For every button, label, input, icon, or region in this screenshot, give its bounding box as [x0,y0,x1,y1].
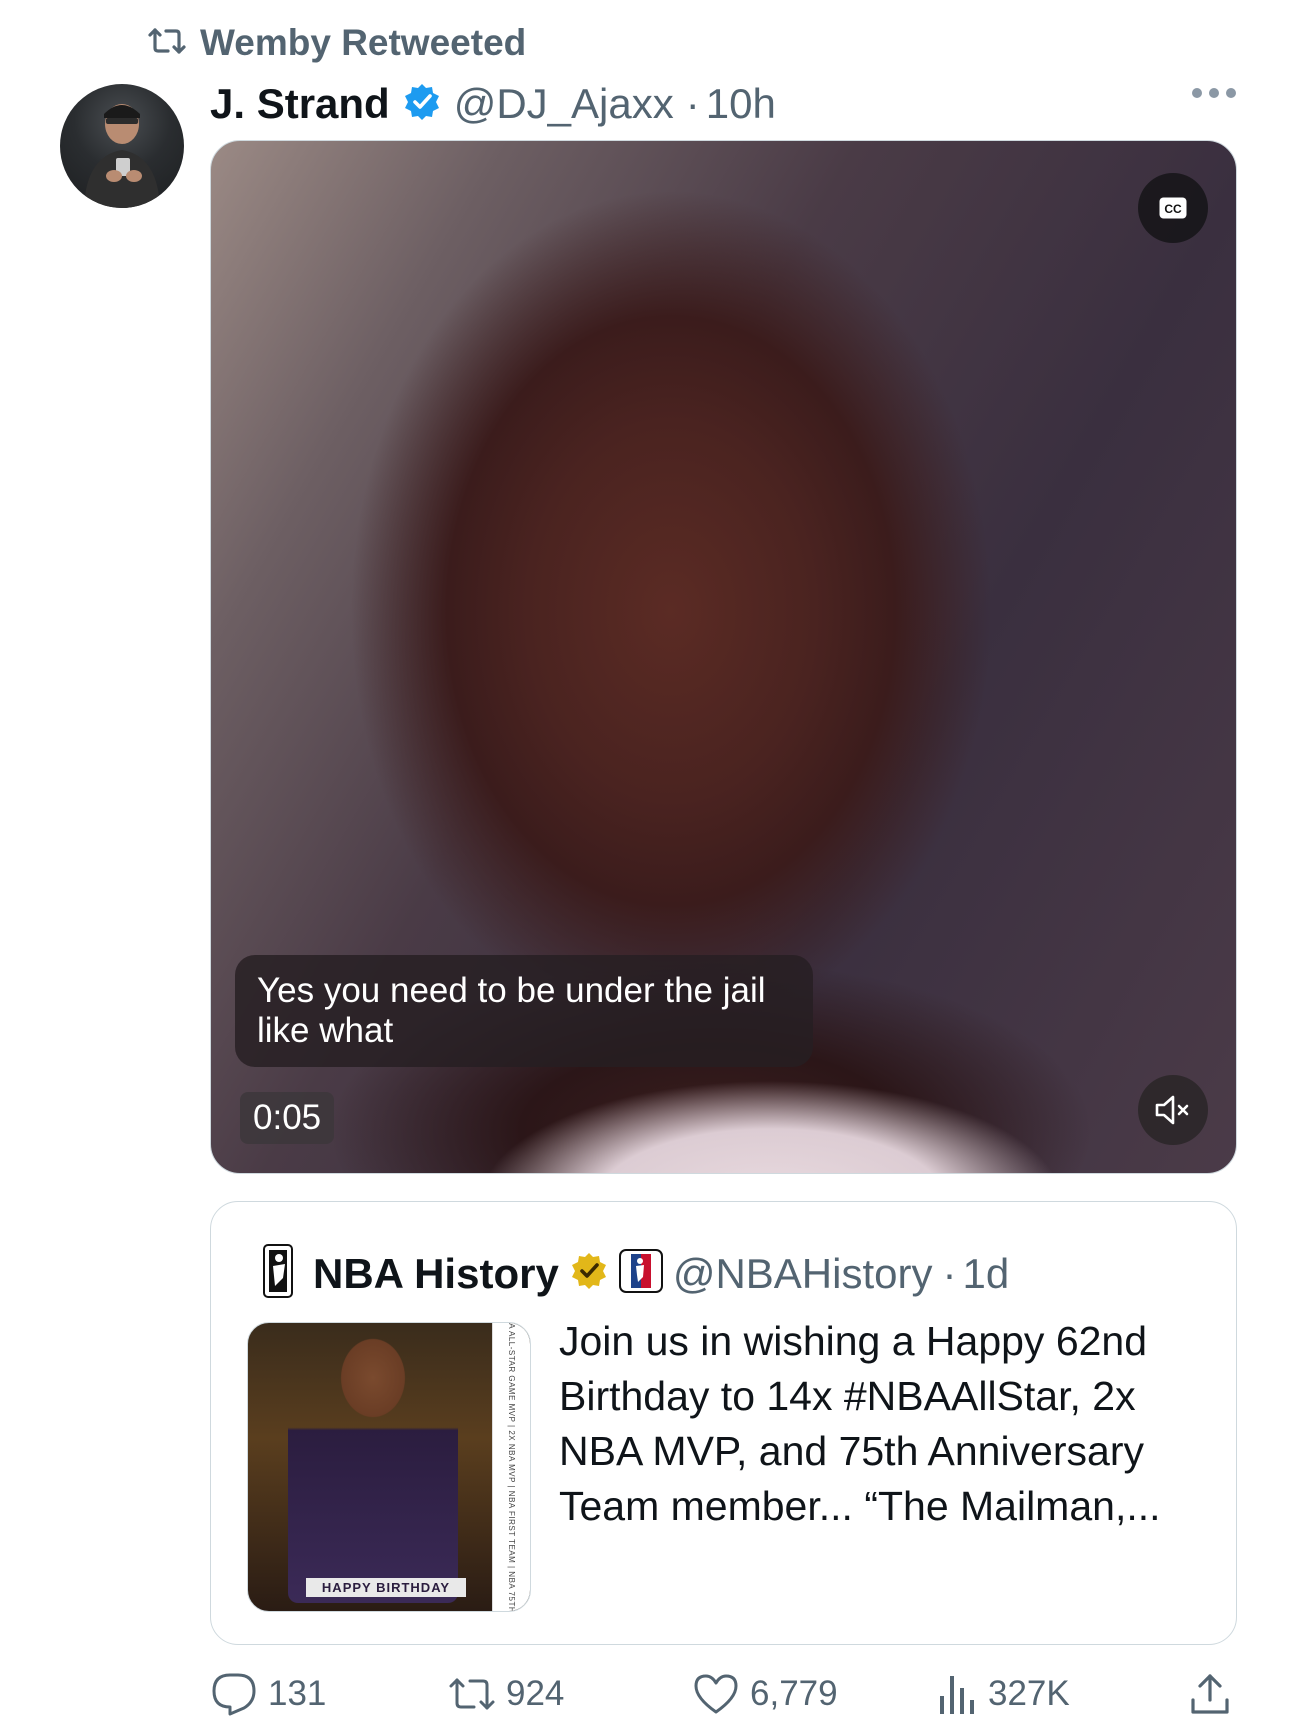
nba-logo-icon [261,1244,295,1303]
retweet-count: 924 [506,1674,565,1713]
retweet-action-icon [449,1678,495,1710]
caption-line-2: like what [257,1011,394,1050]
retweet-context[interactable]: Wemby Retweeted [148,22,526,64]
heart-icon [694,1674,738,1714]
video-player[interactable]: CC Yes you need to be under the jail lik… [210,140,1237,1174]
retweet-button[interactable]: 924 [448,1674,564,1714]
captions-button[interactable]: CC [1138,173,1208,243]
quoted-author-name[interactable]: NBA History [313,1250,559,1298]
share-button[interactable] [1188,1672,1232,1716]
quoted-tweet[interactable]: NBA History @NBAHistory · 1d 14X ALL-STA… [210,1201,1237,1645]
cc-icon: CC [1159,197,1187,219]
reply-button[interactable]: 131 [210,1672,326,1716]
stats-strip-text: 14X ALL-STAR | 2X NBA ALL-STAR GAME MVP … [507,1322,516,1612]
retweet-icon [148,26,186,61]
birthday-banner: HAPPY BIRTHDAY [306,1578,466,1597]
nba-affiliate-badge-icon[interactable] [618,1249,663,1298]
action-bar: 131 924 6,779 327K [210,1670,1237,1718]
video-caption: Yes you need to be under the jail like w… [235,955,813,1067]
gold-verified-badge-icon[interactable] [569,1251,609,1296]
more-options-icon[interactable] [1192,88,1236,98]
retweet-label: Wemby Retweeted [200,22,527,63]
author-handle[interactable]: @DJ_Ajaxx [454,80,674,128]
views-count: 327K [988,1674,1070,1713]
stats-strip: 14X ALL-STAR | 2X NBA ALL-STAR GAME MVP … [492,1323,530,1611]
verified-badge-icon[interactable] [402,82,442,127]
caption-line-1: Yes you need to be under the jail [257,971,766,1010]
header-separator: · [685,80,700,127]
quoted-separator: · [942,1249,957,1297]
video-timecode: 0:05 [240,1092,335,1144]
like-count: 6,779 [750,1674,838,1713]
player-image [288,1333,458,1603]
mute-button[interactable] [1138,1075,1208,1145]
cc-label: CC [1164,202,1182,216]
quoted-author-handle[interactable]: @NBAHistory [673,1250,933,1298]
tweet-header: J. Strand @DJ_Ajaxx · 10h [210,74,1230,134]
reply-count: 131 [268,1674,327,1713]
reply-icon [212,1673,256,1716]
author-name[interactable]: J. Strand [210,80,390,128]
views-chart-icon [940,1676,974,1714]
tweet-time[interactable]: 10h [706,80,776,128]
avatar[interactable] [60,84,184,208]
quoted-header: NBA History @NBAHistory · 1d [261,1244,1009,1303]
quoted-media-thumbnail[interactable]: 14X ALL-STAR | 2X NBA ALL-STAR GAME MVP … [247,1322,531,1612]
quoted-text: Join us in wishing a Happy 62nd Birthday… [559,1318,1161,1529]
like-button[interactable]: 6,779 [692,1672,838,1716]
views-button[interactable]: 327K [936,1672,1070,1716]
quoted-time[interactable]: 1d [962,1250,1009,1298]
share-icon [1191,1674,1229,1714]
speaker-muted-icon [1155,1095,1189,1125]
